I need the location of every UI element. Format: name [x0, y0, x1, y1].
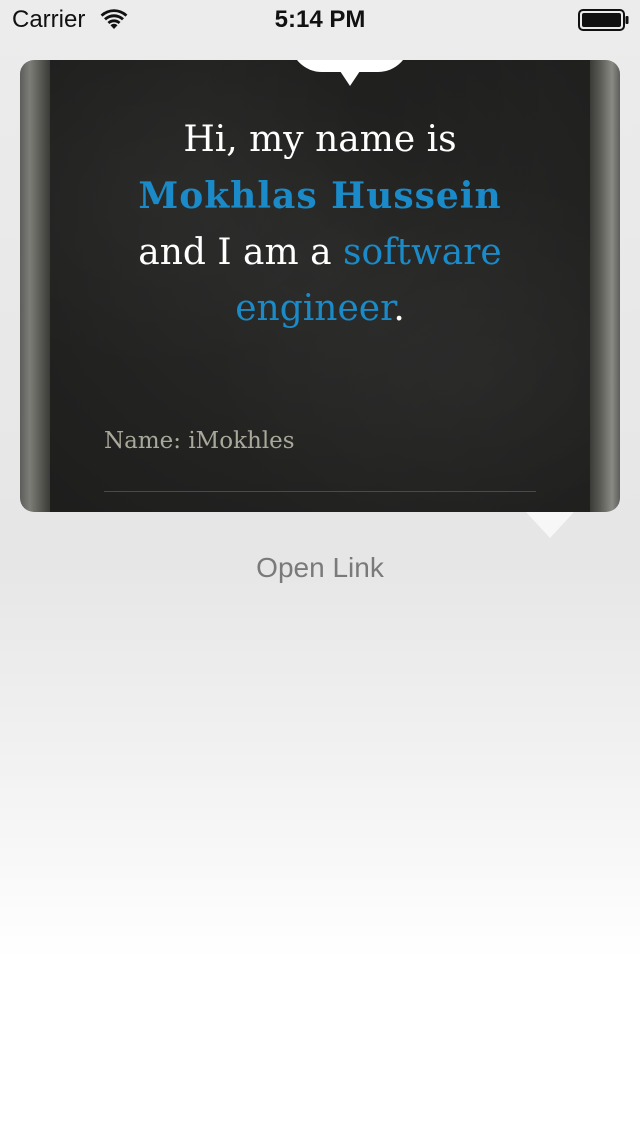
profile-card: Hi, my name is Mokhlas Hussein and I am …: [20, 60, 620, 512]
intro-role-part1: software: [343, 232, 502, 273]
intro-period: .: [393, 288, 405, 329]
name-field-underline: [104, 491, 536, 492]
status-time: 5:14 PM: [274, 6, 366, 33]
intro-role-prefix: and I am a: [138, 232, 343, 273]
card-tail-pointer: [526, 512, 574, 538]
intro-greeting: Hi, my name is: [183, 119, 457, 160]
name-field-label: Name: iMokhles: [104, 428, 295, 454]
intro-name: Mokhlas Hussein: [138, 175, 502, 217]
open-link-button[interactable]: Open Link: [0, 552, 640, 584]
speech-bubble-tip: [338, 68, 362, 86]
intro-text: Hi, my name is Mokhlas Hussein and I am …: [90, 112, 550, 337]
status-bar: Carrier 5:14 PM: [0, 0, 640, 40]
intro-role-part2: engineer: [235, 288, 394, 329]
battery-icon: [578, 9, 629, 31]
